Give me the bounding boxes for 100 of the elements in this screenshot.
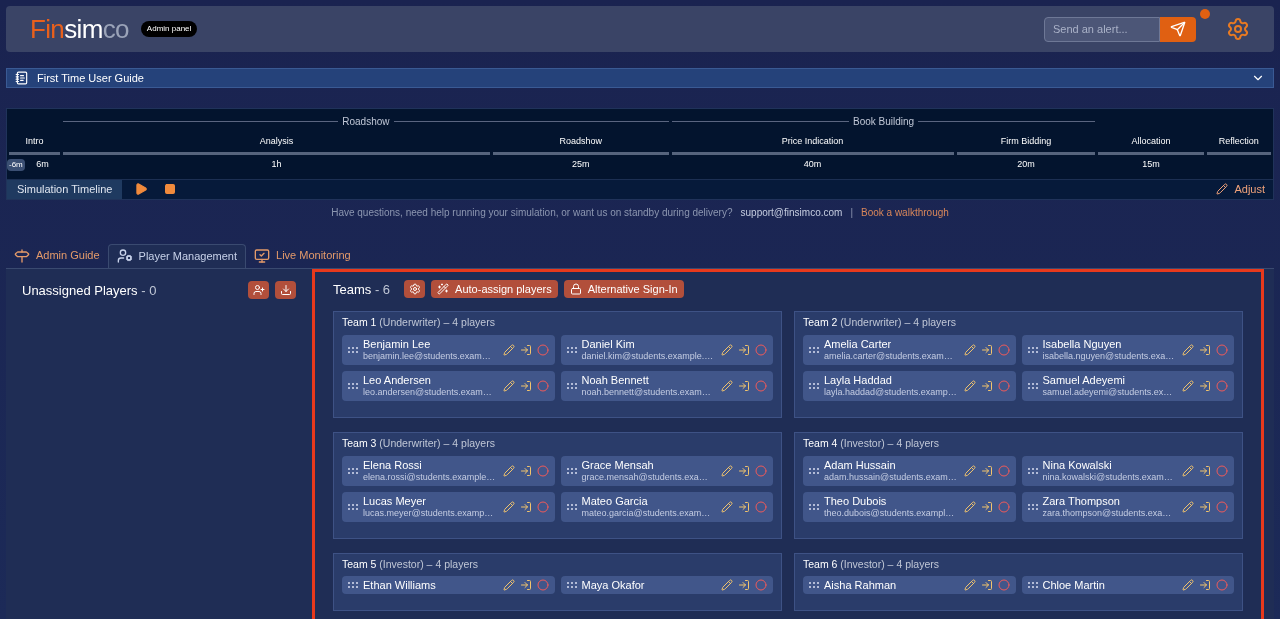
user-guide-bar[interactable]: First Time User Guide <box>6 68 1274 88</box>
player-card[interactable]: Mateo Garcia mateo.garcia@students.exam… <box>560 491 773 522</box>
player-name: Aisha Rahman <box>824 579 898 592</box>
team-settings-button[interactable] <box>404 280 426 299</box>
edit-icon[interactable] <box>1182 579 1194 592</box>
sign-in-icon[interactable] <box>980 379 993 392</box>
edit-icon[interactable] <box>721 579 733 592</box>
player-card[interactable]: Layla Haddad layla.haddad@students.examp… <box>803 370 1016 401</box>
edit-icon[interactable] <box>963 579 976 592</box>
edit-icon[interactable] <box>502 379 515 392</box>
edit-icon[interactable] <box>963 500 976 513</box>
sign-in-icon[interactable] <box>1199 379 1211 392</box>
player-card[interactable]: Nina Kowalski nina.kowalski@students.exam… <box>1021 455 1234 486</box>
player-card[interactable]: Lucas Meyer lucas.meyer@students.examp… <box>342 491 555 522</box>
player-name: Samuel Adeyemi <box>1042 373 1127 386</box>
alert-input[interactable]: Send an alert... <box>1044 16 1160 42</box>
team-title: Team 1 (Underwriter) – 4 players <box>342 315 496 330</box>
player-name: Leo Andersen <box>363 373 432 386</box>
player-name: Theo Dubois <box>824 494 888 507</box>
player-card[interactable]: Samuel Adeyemi samuel.adeyemi@students.ex… <box>1021 370 1234 401</box>
edit-icon[interactable] <box>721 464 733 477</box>
sign-in-icon[interactable] <box>980 464 993 477</box>
sign-in-icon[interactable] <box>519 464 532 477</box>
player-card[interactable]: Daniel Kim daniel.kim@students.example.… <box>560 334 773 365</box>
book-walkthrough-link[interactable]: Book a walkthrough <box>861 204 949 220</box>
lock-icon <box>569 283 582 296</box>
add-player-button[interactable] <box>248 281 269 300</box>
player-email: lucas.meyer@students.examp… <box>363 507 494 519</box>
tab[interactable]: Admin Guide <box>6 243 108 268</box>
player-card[interactable]: Isabella Nguyen isabella.nguyen@students.exa… <box>1021 334 1234 365</box>
player-name: Elena Rossi <box>363 458 423 471</box>
edit-icon[interactable] <box>1182 464 1194 477</box>
player-name: Maya Okafor <box>581 579 646 592</box>
player-card[interactable]: Ethan Williams <box>342 576 555 595</box>
edit-icon[interactable] <box>721 343 733 356</box>
player-card[interactable]: Elena Rossi elena.rossi@students.example… <box>342 455 555 486</box>
sign-in-icon[interactable] <box>980 343 993 356</box>
edit-icon[interactable] <box>502 464 515 477</box>
tab[interactable]: Live Monitoring <box>246 243 359 268</box>
player-card[interactable]: Theo Dubois theo.dubois@students.exampl… <box>803 491 1016 522</box>
send-button[interactable] <box>1160 16 1196 42</box>
player-card[interactable]: Amelia Carter amelia.carter@students.exam… <box>803 334 1016 365</box>
sign-in-icon[interactable] <box>738 579 750 592</box>
sign-in-icon[interactable] <box>980 579 993 592</box>
player-email: amelia.carter@students.exam… <box>824 349 953 362</box>
phase-duration: 40m <box>803 157 822 171</box>
edit-icon[interactable] <box>502 500 515 513</box>
player-email: isabella.nguyen@students.exa… <box>1042 350 1175 362</box>
sign-in-icon[interactable] <box>738 343 750 356</box>
monitor-icon <box>254 247 271 264</box>
edit-icon[interactable] <box>502 579 515 592</box>
sign-in-icon[interactable] <box>1199 579 1211 592</box>
play-icon[interactable] <box>134 182 149 196</box>
support-email-link[interactable]: support@finsimco.com <box>740 204 843 220</box>
sign-in-icon[interactable] <box>519 343 532 356</box>
sign-in-icon[interactable] <box>980 500 993 513</box>
edit-icon[interactable] <box>963 343 976 356</box>
player-card[interactable]: Leo Andersen leo.andersen@students.exam… <box>342 370 555 401</box>
team-action-button[interactable]: Auto-assign players <box>431 280 558 299</box>
settings-icon[interactable] <box>1226 17 1250 41</box>
sign-in-icon[interactable] <box>519 500 532 513</box>
sign-in-icon[interactable] <box>1199 500 1211 513</box>
edit-icon[interactable] <box>963 464 976 477</box>
player-card[interactable]: Grace Mensah grace.mensah@students.exa… <box>560 455 773 486</box>
guide-icon <box>15 71 29 85</box>
phase-group-label: Book Building <box>853 114 915 129</box>
settings-icon <box>408 283 421 296</box>
download-button[interactable] <box>275 281 296 300</box>
player-card[interactable]: Aisha Rahman <box>803 576 1016 595</box>
edit-icon[interactable] <box>721 379 733 392</box>
edit-icon[interactable] <box>963 379 976 392</box>
pencil-icon <box>1216 183 1229 195</box>
player-email: theo.dubois@students.exampl… <box>824 506 955 519</box>
sign-in-icon[interactable] <box>519 579 532 592</box>
edit-icon[interactable] <box>1182 343 1194 356</box>
sign-in-icon[interactable] <box>738 500 750 513</box>
teams-title: Teams - 6 <box>333 280 391 299</box>
sign-in-icon[interactable] <box>1199 464 1211 477</box>
phase-duration: 1h <box>271 157 282 171</box>
edit-icon[interactable] <box>502 343 515 356</box>
sign-in-icon[interactable] <box>738 379 750 392</box>
player-card[interactable]: Benjamin Lee benjamin.lee@students.exam… <box>342 334 555 365</box>
phase-name: Allocation <box>1131 135 1171 148</box>
edit-icon[interactable] <box>1182 379 1194 392</box>
stop-icon[interactable] <box>164 183 177 195</box>
player-card[interactable]: Chloe Martin <box>1021 576 1234 595</box>
player-name: Layla Haddad <box>824 373 893 386</box>
adjust-button[interactable]: Adjust <box>1216 180 1265 198</box>
sign-in-icon[interactable] <box>738 464 750 477</box>
player-card[interactable]: Noah Bennett noah.bennett@students.exam… <box>560 370 773 401</box>
player-card[interactable]: Maya Okafor <box>560 576 773 595</box>
tab[interactable]: Player Management <box>107 243 247 268</box>
sign-in-icon[interactable] <box>1199 343 1211 356</box>
team-action-button[interactable]: Alternative Sign-In <box>563 280 684 299</box>
sign-in-icon[interactable] <box>519 379 532 392</box>
player-card[interactable]: Adam Hussain adam.hussain@students.exam… <box>803 455 1016 486</box>
player-card[interactable]: Zara Thompson zara.thompson@students.exa… <box>1021 491 1234 522</box>
edit-icon[interactable] <box>721 500 733 513</box>
player-email: noah.bennett@students.exam… <box>581 385 711 398</box>
edit-icon[interactable] <box>1182 500 1194 513</box>
